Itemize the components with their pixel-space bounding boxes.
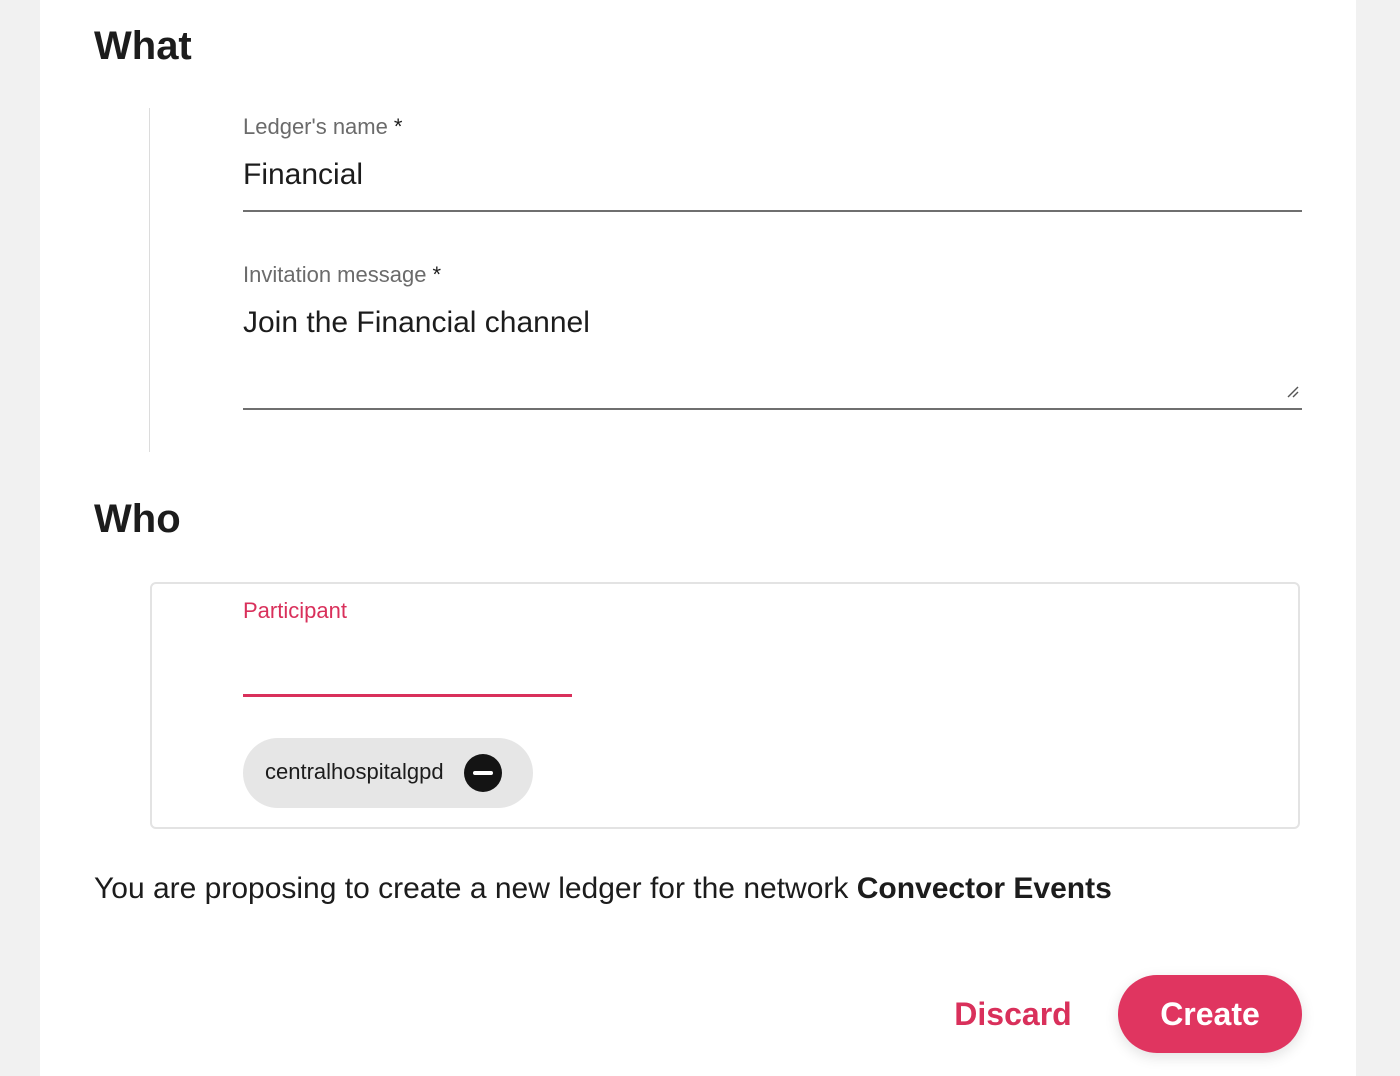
participant-input[interactable] (243, 632, 572, 697)
invitation-message-label: Invitation message * (243, 262, 441, 287)
discard-button[interactable]: Discard (940, 990, 1086, 1038)
section-title-what: What (94, 24, 192, 68)
network-name: Convector Events (856, 872, 1112, 905)
participant-label: Participant (243, 598, 347, 623)
ledger-name-label: Ledger's name * (243, 114, 403, 139)
participant-chip: centralhospitalgpd (243, 738, 533, 808)
create-button[interactable]: Create (1118, 975, 1302, 1053)
network-info-text: You are proposing to create a new ledger… (94, 872, 1112, 905)
section-divider (149, 108, 150, 452)
minus-circle-icon[interactable] (464, 754, 502, 792)
resize-handle-icon[interactable] (1286, 385, 1300, 399)
ledger-name-underline (243, 210, 1302, 212)
invitation-message-field[interactable]: Join the Financial channel (243, 308, 590, 338)
participant-chip-label: centralhospitalgpd (265, 759, 444, 784)
form-card (40, 0, 1356, 1076)
ledger-name-field[interactable]: Financial (243, 160, 363, 190)
section-title-who: Who (94, 497, 181, 541)
invitation-message-underline (243, 408, 1302, 410)
